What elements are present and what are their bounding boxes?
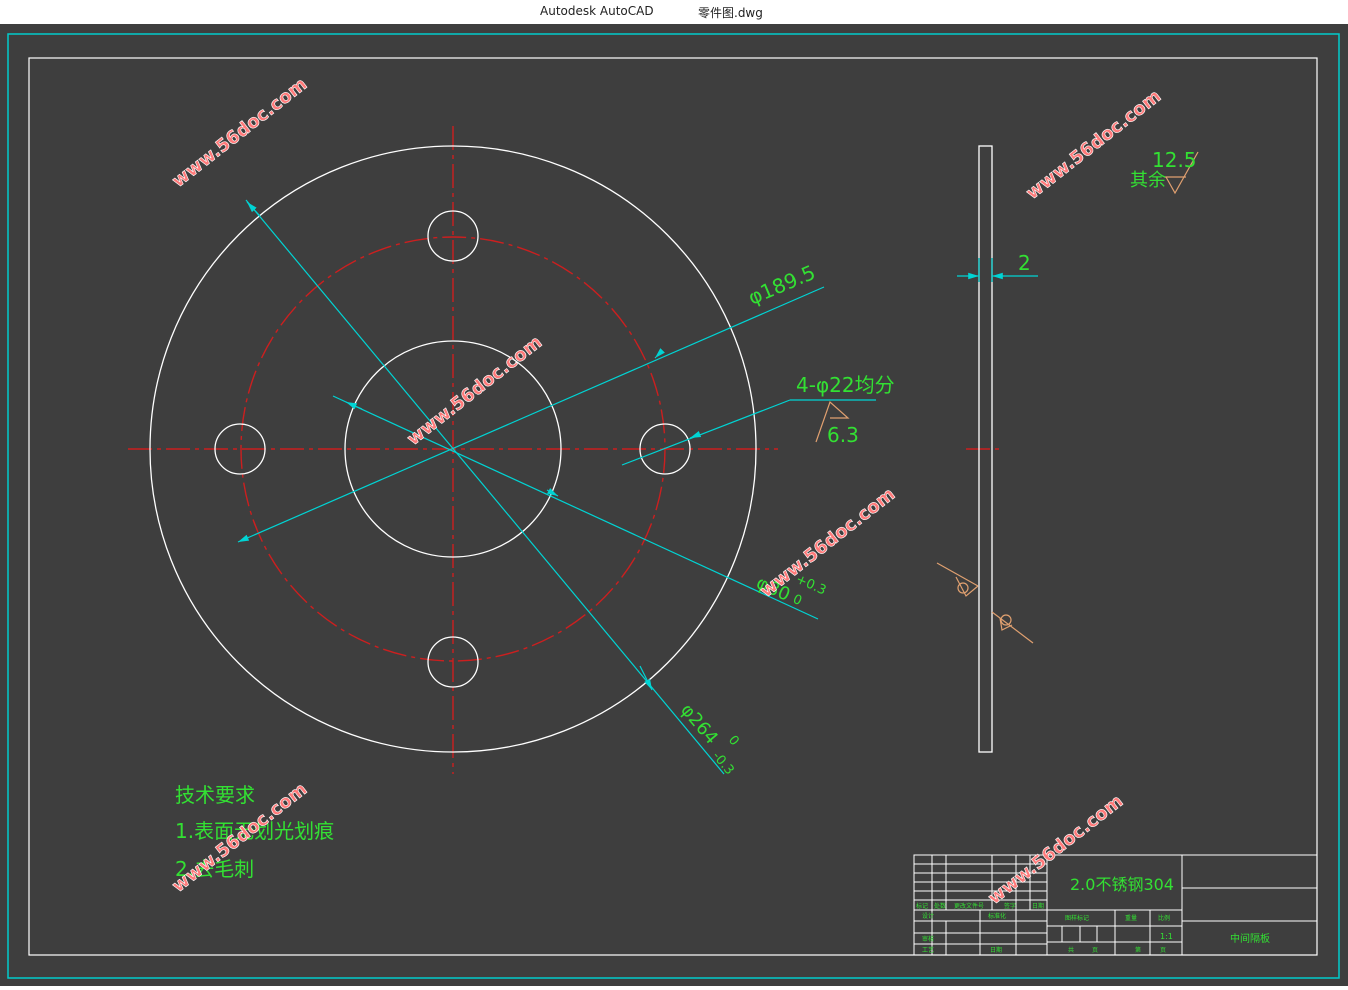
centerlines [128, 126, 1000, 774]
svg-text:设计: 设计 [922, 912, 934, 920]
svg-text:签字: 签字 [1004, 902, 1016, 910]
svg-text:图样标记: 图样标记 [1065, 914, 1089, 922]
material-text: 2.0不锈钢304 [1070, 875, 1174, 894]
file-title: 零件图.dwg [698, 6, 763, 20]
part-name-text: 中间隔板 [1230, 932, 1270, 945]
svg-text:日期: 日期 [1032, 902, 1044, 910]
svg-text:比例: 比例 [1158, 914, 1170, 922]
dim-d189: φ189.5 [745, 260, 819, 310]
svg-text:处数: 处数 [934, 902, 946, 910]
watermark-1: www.56doc.com [168, 74, 311, 192]
watermarks: www.56doc.com www.56doc.com www.56doc.co… [168, 73, 1166, 909]
drawing-canvas[interactable]: φ189.5 4-φ22均分 6.3 2 φ80 +0.3 0 φ264 0 -… [0, 24, 1348, 986]
watermark-3: www.56doc.com [403, 332, 546, 450]
roughness-other-label: 其余 [1130, 170, 1166, 191]
window-titlebar: Autodesk AutoCAD 零件图.dwg [0, 0, 1348, 24]
svg-text:标准化: 标准化 [988, 912, 1006, 920]
svg-text:页: 页 [1092, 947, 1098, 954]
drawing-svg[interactable]: φ189.5 4-φ22均分 6.3 2 φ80 +0.3 0 φ264 0 -… [0, 24, 1348, 986]
dim-thickness: 2 [1018, 251, 1031, 275]
roughness-labels: 其余 12.5 [1130, 148, 1197, 191]
roughness-symbols [815, 151, 1199, 644]
svg-text:标记: 标记 [916, 902, 928, 910]
svg-text:工艺: 工艺 [922, 946, 934, 954]
svg-text:日期: 日期 [990, 946, 1002, 954]
dim-d264-tol-lower: -0.3 [709, 749, 737, 778]
notes-title: 技术要求 [175, 783, 255, 807]
svg-text:共: 共 [1068, 946, 1074, 954]
dimension-lines [237, 199, 1038, 775]
dim-d264-tol-upper: 0 [725, 733, 742, 749]
svg-text:审核: 审核 [922, 935, 934, 943]
dim-d80-tol-lower: 0 [790, 592, 804, 609]
roughness-other-value: 12.5 [1152, 148, 1197, 172]
svg-text:第: 第 [1135, 946, 1141, 954]
scale-text: 1:1 [1160, 932, 1173, 941]
dim-holes: 4-φ22均分 [796, 373, 895, 397]
svg-text:页: 页 [1160, 947, 1166, 954]
app-title: Autodesk AutoCAD [540, 4, 654, 18]
dim-roughness-holes: 6.3 [827, 423, 859, 447]
svg-text:重量: 重量 [1125, 914, 1137, 922]
svg-text:更改文件号: 更改文件号 [954, 902, 984, 910]
